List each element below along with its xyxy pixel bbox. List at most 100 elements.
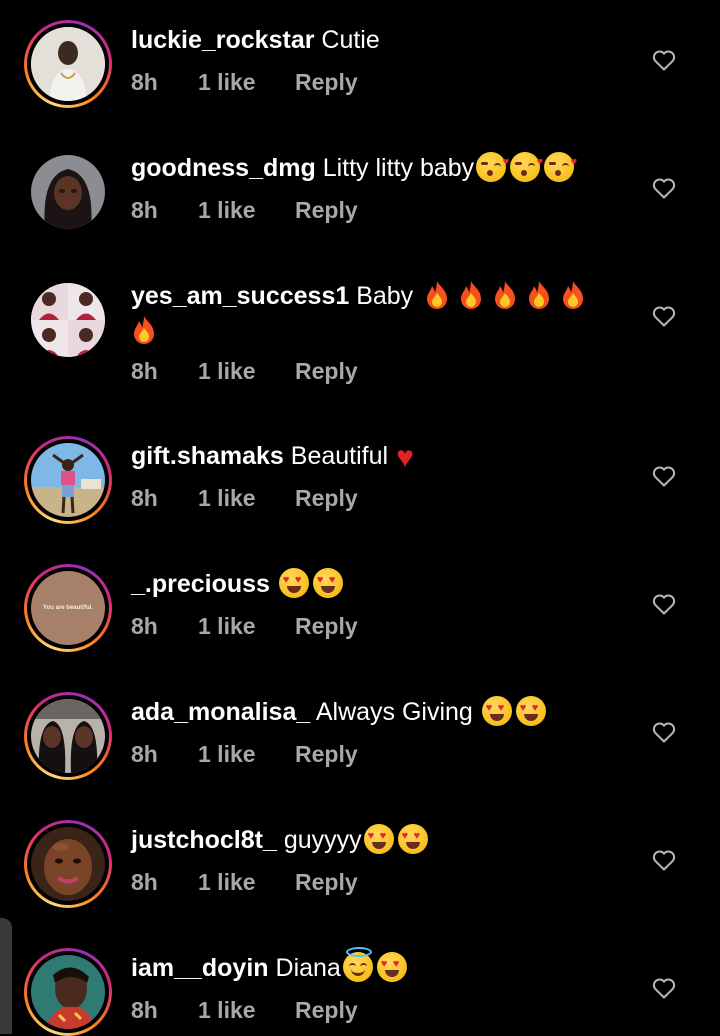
story-ring[interactable]: You are beautiful.: [24, 564, 112, 652]
username[interactable]: yes_am_success1: [131, 282, 349, 310]
reply-button[interactable]: Reply: [295, 69, 358, 96]
comment-text-line: iam__doyin Diana ♥ ♥: [131, 947, 621, 986]
comment-meta: 8h 1 like Reply: [131, 741, 358, 768]
heart-eyes-emoji: ♥ ♥: [397, 824, 428, 854]
comment-text-line: yes_am_success1 Baby: [131, 279, 621, 349]
comment-text: Always Giving: [315, 698, 473, 726]
comment-text: Diana: [275, 954, 341, 982]
username[interactable]: iam__doyin: [131, 954, 269, 982]
comment-time: 8h: [131, 869, 158, 895]
like-count[interactable]: 1 like: [198, 69, 295, 96]
reply-button[interactable]: Reply: [295, 741, 358, 768]
avatar-figure: [31, 955, 105, 1029]
avatar-figure: [31, 699, 105, 773]
fire-emoji: [529, 281, 550, 309]
edge-panel-handle[interactable]: [0, 918, 12, 1034]
story-ring[interactable]: [24, 820, 112, 908]
comment-text: Beautiful: [290, 442, 389, 470]
username[interactable]: _.preciouss: [131, 570, 270, 598]
heart-eyes-emoji: ♥ ♥: [363, 824, 394, 854]
comment-meta: 8h 1 like Reply: [131, 69, 358, 96]
heart-eyes-emoji: ♥ ♥: [278, 568, 309, 598]
avatar[interactable]: [31, 27, 105, 101]
heart-eyes-emoji: ♥ ♥: [376, 952, 407, 982]
avatar-figure: [31, 155, 105, 229]
avatar-figure: [31, 283, 105, 357]
comment-text-line: goodness_dmg Litty litty baby ♥ ♥ ♥: [131, 151, 621, 186]
like-count[interactable]: 1 like: [198, 485, 295, 512]
avatar[interactable]: [31, 443, 105, 517]
story-ring[interactable]: [24, 20, 112, 108]
like-count[interactable]: 1 like: [198, 197, 295, 224]
heart-outline-icon[interactable]: [652, 721, 676, 743]
comment-text: guyyyy: [283, 826, 362, 854]
like-count[interactable]: 1 like: [198, 358, 295, 385]
comment-time: 8h: [131, 485, 158, 511]
heart-outline-icon[interactable]: [652, 977, 676, 999]
reply-button[interactable]: Reply: [295, 869, 358, 896]
username[interactable]: gift.shamaks: [131, 442, 284, 470]
heart-outline-icon[interactable]: [652, 849, 676, 871]
comment-time: 8h: [131, 613, 158, 639]
avatar-frame[interactable]: [24, 148, 112, 236]
comment-time: 8h: [131, 358, 158, 384]
comment-meta: 8h 1 like Reply: [131, 997, 358, 1024]
username[interactable]: goodness_dmg: [131, 154, 316, 182]
comment-meta: 8h 1 like Reply: [131, 197, 358, 224]
avatar-frame[interactable]: [24, 276, 112, 364]
like-count[interactable]: 1 like: [198, 741, 295, 768]
story-ring[interactable]: [24, 692, 112, 780]
comment-meta: 8h 1 like Reply: [131, 358, 358, 385]
heart-eyes-emoji: ♥ ♥: [515, 696, 546, 726]
red-heart-emoji: ♥: [396, 441, 414, 474]
face-blowing-kiss-emoji: ♥: [510, 152, 543, 182]
reply-button[interactable]: Reply: [295, 613, 358, 640]
avatar[interactable]: [31, 827, 105, 901]
username[interactable]: ada_monalisa_: [131, 698, 310, 726]
like-count[interactable]: 1 like: [198, 997, 295, 1024]
reply-button[interactable]: Reply: [295, 358, 358, 385]
avatar[interactable]: [31, 955, 105, 1029]
reply-button[interactable]: Reply: [295, 197, 358, 224]
comment-time: 8h: [131, 197, 158, 223]
comment-text: Cutie: [321, 26, 380, 54]
comment-text-line: luckie_rockstar Cutie: [131, 23, 621, 58]
username[interactable]: justchocl8t_: [131, 826, 277, 854]
like-count[interactable]: 1 like: [198, 613, 295, 640]
heart-eyes-emoji: ♥ ♥: [481, 696, 512, 726]
heart-outline-icon[interactable]: [652, 465, 676, 487]
reply-button[interactable]: Reply: [295, 997, 358, 1024]
story-ring[interactable]: [24, 948, 112, 1036]
avatar[interactable]: You are beautiful.: [31, 571, 105, 645]
comment-meta: 8h 1 like Reply: [131, 613, 358, 640]
username[interactable]: luckie_rockstar: [131, 26, 314, 54]
avatar[interactable]: [31, 155, 105, 229]
avatar-figure: [31, 827, 105, 901]
heart-outline-icon[interactable]: [652, 177, 676, 199]
comment-text-line: _.preciouss ♥ ♥ ♥ ♥: [131, 567, 621, 602]
comment-text-line: gift.shamaks Beautiful ♥: [131, 439, 621, 474]
heart-outline-icon[interactable]: [652, 49, 676, 71]
story-ring[interactable]: [24, 436, 112, 524]
heart-outline-icon[interactable]: [652, 305, 676, 327]
comment-text: Baby: [356, 282, 414, 310]
avatar-text: You are beautiful.: [43, 605, 93, 611]
smiling-face-with-halo-emoji: [342, 947, 373, 982]
fire-emoji: [495, 281, 516, 309]
comment-text-line: justchocl8t_ guyyyy ♥ ♥ ♥ ♥: [131, 823, 621, 858]
comment-meta: 8h 1 like Reply: [131, 869, 358, 896]
comment-time: 8h: [131, 997, 158, 1023]
heart-eyes-emoji: ♥ ♥: [312, 568, 343, 598]
fire-emoji: [427, 281, 448, 309]
like-count[interactable]: 1 like: [198, 869, 295, 896]
avatar[interactable]: [31, 699, 105, 773]
reply-button[interactable]: Reply: [295, 485, 358, 512]
face-blowing-kiss-emoji: ♥: [544, 152, 577, 182]
fire-emoji: [134, 316, 154, 344]
fire-emoji: [563, 281, 584, 309]
fire-emoji: [461, 281, 482, 309]
face-blowing-kiss-emoji: ♥: [476, 152, 509, 182]
avatar[interactable]: [31, 283, 105, 357]
heart-outline-icon[interactable]: [652, 593, 676, 615]
comment-time: 8h: [131, 741, 158, 767]
